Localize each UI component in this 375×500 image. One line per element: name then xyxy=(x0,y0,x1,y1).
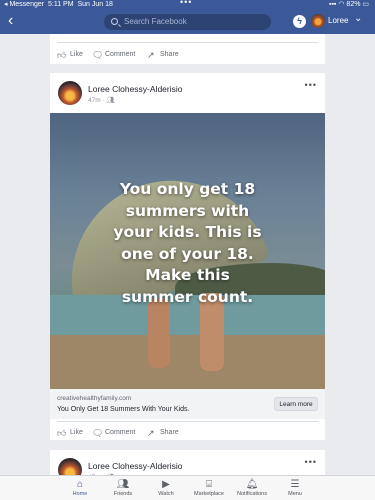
comment-button[interactable]: 🗨︎ Comment xyxy=(92,49,135,61)
share-icon: ↗ xyxy=(147,50,155,60)
menu-icon: ☰ xyxy=(290,479,300,490)
friends-audience-icon: 👥︎ xyxy=(106,97,115,104)
divider xyxy=(57,42,318,43)
sand-shape xyxy=(50,335,325,389)
next-post-card: Loree Clohessy-Alderisio 47m · 👥︎ ••• xyxy=(50,450,325,482)
post-time[interactable]: 47m xyxy=(88,97,101,104)
back-chevron-icon[interactable]: ‹ xyxy=(8,12,13,30)
date: Sun Jun 18 xyxy=(77,1,113,8)
search-placeholder: Search Facebook xyxy=(124,17,187,26)
post-actions: 👍︎ Like 🗨︎ Comment ↗ Share xyxy=(50,422,325,442)
post-actions: 👍︎ Like 🗨︎ Comment ↗ Share xyxy=(50,44,325,64)
status-bar: ◂ Messenger 5:11 PM Sun Jun 18 ••• ▪▪▪ ◠… xyxy=(0,0,375,10)
comment-button[interactable]: 🗨︎ Comment xyxy=(92,427,135,439)
clock: 5:11 PM xyxy=(47,1,74,8)
author-name[interactable]: Loree Clohessy-Alderisio xyxy=(88,84,183,94)
multitask-dots[interactable]: ••• xyxy=(180,0,192,7)
top-navbar: ‹ Search Facebook ϟ Loree ⌄ xyxy=(0,10,375,34)
avatar[interactable] xyxy=(311,14,325,28)
thumbs-up-icon: 👍︎ xyxy=(57,50,67,60)
more-options-icon[interactable]: ••• xyxy=(305,80,317,90)
post-card: Loree Clohessy-Alderisio 47m · 👥︎ ••• Yo… xyxy=(50,73,325,440)
link-preview[interactable]: creativehealthyfamily.com You Only Get 1… xyxy=(50,389,325,419)
post-meta: 47m · 👥︎ xyxy=(88,97,115,104)
search-input[interactable]: Search Facebook xyxy=(104,14,271,30)
author-avatar[interactable] xyxy=(58,81,82,105)
like-button[interactable]: 👍︎ Like xyxy=(57,49,83,61)
status-left: ◂ Messenger 5:11 PM Sun Jun 18 xyxy=(4,0,113,10)
back-to-app-label[interactable]: ◂ Messenger xyxy=(4,1,44,8)
share-button[interactable]: ↗ Share xyxy=(147,427,179,439)
learn-more-button[interactable]: Learn more xyxy=(274,397,318,411)
battery-percent: 82% xyxy=(346,1,361,8)
like-button[interactable]: 👍︎ Like xyxy=(57,427,83,439)
search-icon xyxy=(111,18,118,25)
chevron-down-icon[interactable]: ⌄ xyxy=(354,13,362,24)
child-figure xyxy=(148,298,170,368)
comment-icon: 🗨︎ xyxy=(92,50,104,60)
tab-menu[interactable]: ☰ Menu xyxy=(265,478,325,497)
share-button[interactable]: ↗ Share xyxy=(147,49,179,61)
status-right: ▪▪▪ ◠ 82% ▭ xyxy=(328,1,369,8)
image-quote: You only get 18 summers with your kids. … xyxy=(113,180,262,306)
link-title: You Only Get 18 Summers With Your Kids. xyxy=(57,406,190,413)
link-domain: creativehealthyfamily.com xyxy=(57,395,132,402)
profile-name[interactable]: Loree xyxy=(328,16,348,25)
previous-post-card: 👍︎ Like 🗨︎ Comment ↗ Share xyxy=(50,34,325,64)
bottom-tab-bar: ⌂ Home 👥︎ Friends ▶ Watch ⌸ Marketplace 🔔︎ No… xyxy=(0,475,375,500)
more-options-icon[interactable]: ••• xyxy=(305,457,317,467)
messenger-icon[interactable]: ϟ xyxy=(293,15,306,28)
post-image[interactable]: You only get 18 summers with your kids. … xyxy=(50,113,325,389)
thumbs-up-icon: 👍︎ xyxy=(57,428,67,438)
author-name[interactable]: Loree Clohessy-Alderisio xyxy=(88,461,183,471)
comment-icon: 🗨︎ xyxy=(92,428,104,438)
share-icon: ↗ xyxy=(147,428,155,438)
